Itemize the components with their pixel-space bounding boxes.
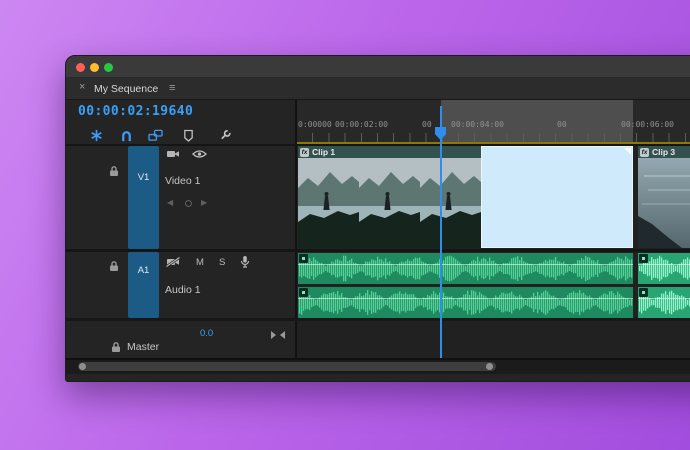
audio-gain-line[interactable] — [638, 298, 690, 299]
ruler-time-label: 00:00:04:00 — [451, 120, 504, 129]
audio-track-target-label: A1 — [137, 265, 150, 276]
sync-lock-toggle[interactable] — [166, 149, 180, 159]
clip-3-thumbnail — [638, 158, 690, 248]
timeline-clip-2-selected[interactable] — [481, 146, 633, 248]
timeline-settings-button[interactable] — [217, 127, 233, 143]
video-thumbnail — [638, 158, 690, 248]
next-keyframe-button[interactable]: ▶ — [201, 198, 207, 207]
app-window: × My Sequence ≡ 00:00:02:19640 0:00000 0… — [65, 55, 690, 382]
snap-magnet-icon — [121, 130, 131, 141]
solo-track-button[interactable]: S — [219, 257, 225, 268]
lock-icon — [110, 261, 118, 271]
lock-icon — [110, 166, 118, 176]
lock-icon — [112, 342, 120, 352]
video-camera-icon — [167, 151, 179, 157]
audio-clip-fx-badge — [299, 254, 308, 263]
audio-clip-3-right-channel[interactable] — [638, 287, 690, 318]
ruler-time-label: 00 — [422, 120, 432, 129]
ruler-time-label: 00:00:06:00 — [621, 120, 674, 129]
tab-my-sequence[interactable]: My Sequence — [94, 83, 158, 95]
video-track-name: Video 1 — [165, 175, 201, 187]
linked-selection-button[interactable] — [147, 127, 163, 143]
audio-sync-lock-toggle[interactable] — [166, 257, 180, 267]
audio-track-lock-button[interactable] — [109, 260, 119, 272]
audio-track-name: Audio 1 — [165, 284, 201, 296]
inward-triangles-icon — [271, 331, 285, 339]
audio-clip-3-left-channel[interactable] — [638, 253, 690, 284]
video-thumbnail — [420, 158, 481, 248]
timecode-display[interactable]: 00:00:02:19640 — [78, 104, 193, 119]
wrench-icon — [220, 129, 231, 139]
audio-clip-fx-badge — [299, 288, 308, 297]
track-output-toggle[interactable] — [192, 149, 207, 159]
audio-clip-fx-badge — [639, 288, 648, 297]
clip-1-thumbnails — [298, 158, 481, 248]
add-marker-button[interactable] — [180, 127, 196, 143]
video-thumbnail — [359, 158, 420, 248]
track-divider — [66, 318, 690, 321]
horizontal-scrollbar[interactable] — [66, 360, 690, 374]
desktop-background: × My Sequence ≡ 00:00:02:19640 0:00000 0… — [0, 0, 690, 450]
marker-icon — [183, 129, 193, 142]
nest-icon — [90, 129, 102, 141]
master-gain-value[interactable]: 0.0 — [200, 328, 213, 339]
audio-gain-line[interactable] — [298, 264, 633, 265]
camera-disabled-icon — [166, 257, 180, 267]
audio-gain-line[interactable] — [298, 298, 633, 299]
nest-button[interactable] — [88, 127, 104, 143]
microphone-icon — [240, 256, 250, 268]
video-track-lock-button[interactable] — [109, 165, 119, 177]
scrollbar-thumb[interactable] — [78, 362, 496, 371]
master-track-name: Master — [127, 341, 160, 353]
mute-track-button[interactable]: M — [196, 257, 204, 268]
scrollbar-zoom-handle-right[interactable] — [486, 363, 493, 370]
audio-waveform — [299, 255, 633, 282]
prev-keyframe-button[interactable]: ◀ — [167, 198, 173, 207]
snap-button[interactable] — [118, 127, 134, 143]
panel-menu-icon[interactable]: ≡ — [169, 82, 175, 94]
video-track-target-v1[interactable]: V1 — [128, 146, 159, 249]
fx-badge-icon: fx — [300, 147, 309, 157]
timeline-ruler[interactable]: 0:00000 00:00:02:00 00 00:00:04:00 00 00… — [296, 100, 690, 142]
traffic-light-close[interactable] — [76, 63, 85, 72]
master-track-lock-button[interactable] — [111, 341, 121, 353]
playhead-line — [440, 106, 442, 358]
audio-clip-left-channel[interactable] — [298, 253, 633, 284]
ruler-time-label: 00:00:02:00 — [335, 120, 388, 129]
audio-clip-fx-badge — [639, 254, 648, 263]
window-titlebar[interactable] — [66, 56, 690, 78]
panel-tab-bar: × My Sequence ≡ — [66, 78, 690, 100]
add-keyframe-button[interactable] — [185, 200, 192, 207]
clip-3-label: Clip 3 — [652, 147, 676, 157]
linked-selection-icon — [147, 129, 163, 141]
master-keyframe-nav-button[interactable] — [271, 331, 285, 339]
track-divider — [66, 249, 690, 252]
voiceover-record-button[interactable] — [240, 255, 250, 269]
video-track-target-label: V1 — [137, 172, 150, 183]
audio-gain-line[interactable] — [638, 264, 690, 265]
ruler-time-label: 00 — [557, 120, 567, 129]
audio-clip-right-channel[interactable] — [298, 287, 633, 318]
traffic-light-zoom[interactable] — [104, 63, 113, 72]
audio-waveform — [299, 290, 633, 315]
eye-icon — [192, 150, 207, 158]
video-thumbnail — [298, 158, 359, 248]
clip-3-header: fx Clip 3 — [638, 146, 690, 158]
clip-out-point-marker — [624, 148, 631, 155]
ruler-ticks — [296, 133, 690, 142]
timeline-clip-3[interactable]: fx Clip 3 — [638, 146, 690, 248]
ruler-time-label: 0:00000 — [298, 120, 332, 129]
traffic-light-minimize[interactable] — [90, 63, 99, 72]
clip-1-header: fx Clip 1 — [298, 146, 481, 158]
timeline-clip-1[interactable]: fx Clip 1 — [298, 146, 481, 248]
panel-close-icon[interactable]: × — [79, 81, 85, 93]
audio-track-target-a1[interactable]: A1 — [128, 252, 159, 318]
fx-badge-icon: fx — [640, 147, 649, 157]
clip-1-label: Clip 1 — [312, 147, 336, 157]
scrollbar-zoom-handle-left[interactable] — [79, 363, 86, 370]
